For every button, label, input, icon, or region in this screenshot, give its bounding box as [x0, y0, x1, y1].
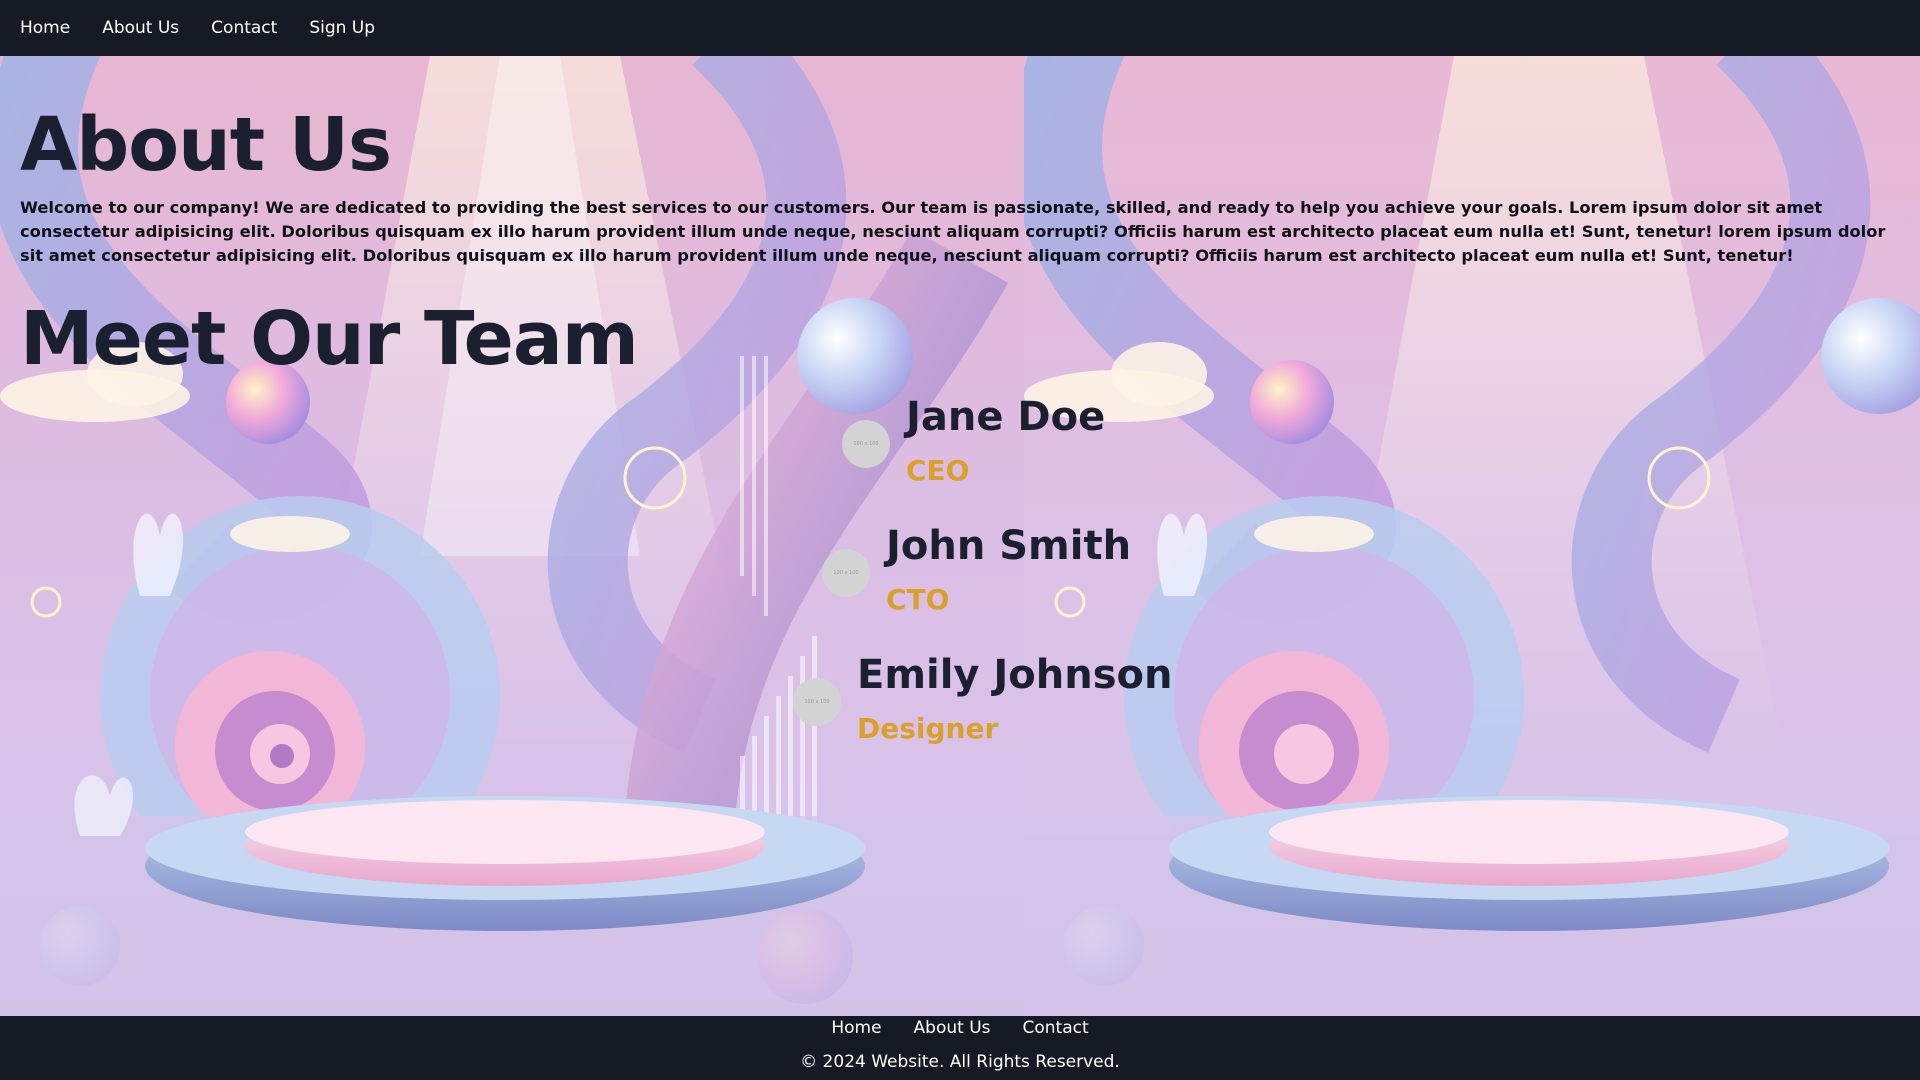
- member-role: CTO: [886, 583, 950, 616]
- top-navbar: Home About Us Contact Sign Up: [0, 0, 1920, 56]
- copyright-text: © 2024 Website. All Rights Reserved.: [800, 1052, 1120, 1072]
- nav-link-home[interactable]: Home: [20, 18, 70, 38]
- footer-link-contact[interactable]: Contact: [1023, 1018, 1089, 1038]
- about-us-heading: About Us: [20, 102, 392, 188]
- footer-nav: Home About Us Contact: [0, 1016, 1920, 1038]
- member-name: Jane Doe: [906, 394, 1106, 440]
- meet-our-team-heading: Meet Our Team: [20, 296, 639, 382]
- nav-link-sign-up[interactable]: Sign Up: [309, 18, 375, 38]
- footer: Home About Us Contact © 2024 Website. Al…: [0, 1016, 1920, 1080]
- member-name: John Smith: [886, 523, 1132, 569]
- footer-link-home[interactable]: Home: [831, 1018, 881, 1038]
- member-role: CEO: [906, 454, 970, 487]
- avatar: 100 x 100: [822, 549, 870, 597]
- avatar: 100 x 100: [793, 678, 841, 726]
- avatar: 100 x 100: [842, 420, 890, 468]
- footer-link-about-us[interactable]: About Us: [914, 1018, 991, 1038]
- about-us-paragraph: Welcome to our company! We are dedicated…: [20, 198, 1886, 265]
- member-name: Emily Johnson: [857, 652, 1173, 698]
- member-role: Designer: [857, 712, 999, 745]
- nav-link-contact[interactable]: Contact: [211, 18, 277, 38]
- nav-link-about-us[interactable]: About Us: [102, 18, 179, 38]
